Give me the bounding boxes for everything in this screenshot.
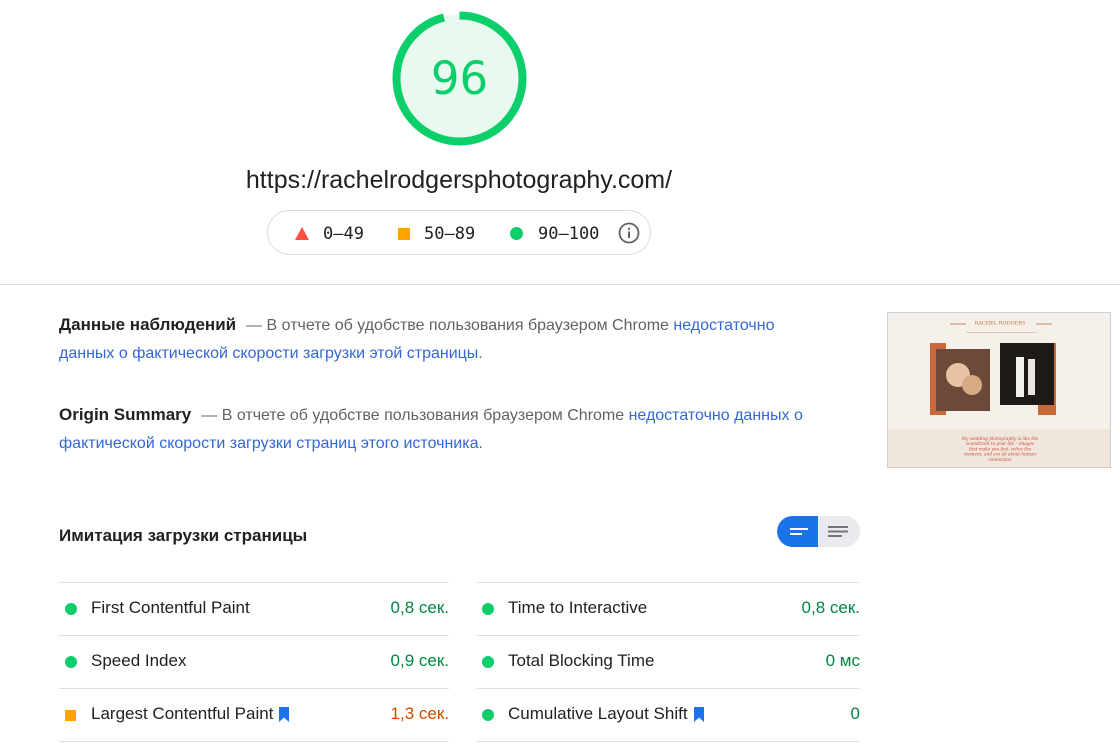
legend-average-label: 50–89 xyxy=(424,223,476,244)
compact-view-button[interactable] xyxy=(777,516,818,547)
metric-value: 0,8 сек. xyxy=(801,598,860,617)
thumbnail-brand: RACHEL RODGERS xyxy=(975,321,1026,327)
metric-label: Cumulative Layout Shift xyxy=(508,704,705,724)
metric-row: Time to Interactive 0,8 сек. xyxy=(476,582,860,635)
pass-circle-icon xyxy=(65,603,77,615)
pass-circle-icon xyxy=(482,709,494,721)
fail-triangle-icon xyxy=(295,227,309,240)
legend-pass: 90–100 xyxy=(510,211,599,256)
core-web-vital-bookmark-icon xyxy=(693,706,704,722)
lab-data-title: Имитация загрузки страницы xyxy=(59,526,308,545)
metric-label: Time to Interactive xyxy=(508,598,647,618)
origin-summary-end: . xyxy=(478,435,483,452)
metric-row: Speed Index 0,9 сек. xyxy=(59,635,449,688)
metric-row: Largest Contentful Paint 1,3 сек. xyxy=(59,688,449,742)
header-divider xyxy=(0,284,1120,285)
legend-average: 50–89 xyxy=(398,211,475,256)
metric-value: 1,3 сек. xyxy=(390,704,449,723)
metric-value: 0 мс xyxy=(825,651,860,670)
metric-row: Cumulative Layout Shift 0 xyxy=(476,688,860,742)
info-icon[interactable] xyxy=(618,222,640,244)
metrics-column-right: Time to Interactive 0,8 сек. Total Blockin… xyxy=(476,582,860,742)
pass-circle-icon xyxy=(482,603,494,615)
metric-value: 0,8 сек. xyxy=(390,598,449,617)
metric-label: First Contentful Paint xyxy=(91,598,250,618)
metric-value: 0,9 сек. xyxy=(390,651,449,670)
page-url: https://rachelrodgersphotography.com/ xyxy=(245,166,673,194)
detailed-view-icon xyxy=(828,526,848,537)
field-data-text: — В отчете об удобстве пользования брауз… xyxy=(246,317,674,334)
field-data-end: . xyxy=(478,345,483,362)
average-square-icon xyxy=(65,710,76,721)
core-web-vital-bookmark-icon xyxy=(279,706,290,722)
pass-circle-icon xyxy=(65,656,77,668)
thumbnail-image: RACHEL RODGERS My wedding photography is… xyxy=(888,313,1110,467)
metric-label-text: Speed Index xyxy=(91,651,187,670)
metric-view-toggle[interactable] xyxy=(777,516,860,547)
performance-score: 96 xyxy=(430,52,489,105)
performance-score-gauge: 96 xyxy=(391,10,528,147)
thumbnail-caption-line: connection xyxy=(988,457,1012,462)
metric-label-text: Largest Contentful Paint xyxy=(91,704,274,723)
metric-label: Largest Contentful Paint xyxy=(91,704,290,724)
metric-row: Total Blocking Time 0 мс xyxy=(476,635,860,688)
metrics-column-left: First Contentful Paint 0,8 сек. Speed Inde… xyxy=(59,582,449,742)
metric-label-text: First Contentful Paint xyxy=(91,598,250,617)
field-data-section: Данные наблюдений — В отчете об удобстве … xyxy=(59,311,799,368)
page-screenshot-thumbnail: RACHEL RODGERS My wedding photography is… xyxy=(887,312,1111,468)
average-square-icon xyxy=(398,227,410,240)
metric-label: Total Blocking Time xyxy=(508,651,654,671)
origin-summary-text: — В отчете об удобстве пользования брауз… xyxy=(201,407,629,424)
metric-label-text: Cumulative Layout Shift xyxy=(508,704,688,723)
metric-label-text: Time to Interactive xyxy=(508,598,648,617)
pass-circle-icon xyxy=(510,227,523,240)
pass-circle-icon xyxy=(482,656,494,668)
field-data-title: Данные наблюдений xyxy=(59,315,237,334)
legend-fail-label: 0–49 xyxy=(323,223,364,244)
list-view-icon xyxy=(790,528,808,535)
origin-summary-section: Origin Summary — В отчете об удобстве пол… xyxy=(59,401,804,458)
legend-fail: 0–49 xyxy=(295,211,364,256)
metric-row: First Contentful Paint 0,8 сек. xyxy=(59,582,449,635)
expanded-view-button[interactable] xyxy=(818,516,860,547)
metric-value: 0 xyxy=(850,704,860,723)
legend-pass-label: 90–100 xyxy=(538,223,600,244)
score-legend: 0–49 50–89 90–100 xyxy=(267,210,651,255)
origin-summary-title: Origin Summary xyxy=(59,405,192,424)
metric-label: Speed Index xyxy=(91,651,186,671)
metric-label-text: Total Blocking Time xyxy=(508,651,655,670)
